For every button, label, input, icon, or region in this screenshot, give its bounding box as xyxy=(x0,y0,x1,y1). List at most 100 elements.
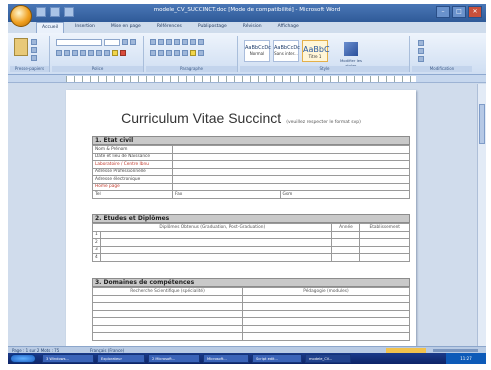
table-cell[interactable] xyxy=(172,175,410,184)
numbering-icon[interactable] xyxy=(158,39,164,45)
tab-revision[interactable]: Révision xyxy=(238,22,267,33)
change-styles-icon[interactable] xyxy=(344,42,358,56)
taskbar-item[interactable]: Explorateur xyxy=(97,354,145,363)
table-cell[interactable] xyxy=(242,294,410,303)
scrollbar-thumb[interactable] xyxy=(479,104,485,144)
font-size-combo[interactable] xyxy=(104,39,120,46)
grow-font-icon[interactable] xyxy=(122,39,128,45)
bold-icon[interactable] xyxy=(56,50,62,56)
justify-icon[interactable] xyxy=(174,50,180,56)
taskbar-item[interactable]: Script edit... xyxy=(252,354,302,363)
increase-indent-icon[interactable] xyxy=(182,39,188,45)
table-cell[interactable] xyxy=(92,317,243,326)
tab-publipostage[interactable]: Publipostage xyxy=(193,22,232,33)
table-cell[interactable] xyxy=(172,145,410,154)
table-cell[interactable] xyxy=(99,238,333,247)
shading-icon[interactable] xyxy=(190,50,196,56)
taskbar-item[interactable]: 3 Windows... xyxy=(42,354,94,363)
underline-icon[interactable] xyxy=(72,50,78,56)
multilevel-list-icon[interactable] xyxy=(166,39,172,45)
table-cell[interactable] xyxy=(99,253,333,262)
table-cell[interactable] xyxy=(92,324,243,333)
horizontal-ruler xyxy=(8,75,486,83)
style-titre-1[interactable]: AaBbC Titre 1 xyxy=(302,40,330,62)
table-cell[interactable] xyxy=(242,309,410,318)
table-cell[interactable] xyxy=(331,230,361,239)
table-cell[interactable] xyxy=(99,230,333,239)
align-center-icon[interactable] xyxy=(158,50,164,56)
borders-icon[interactable] xyxy=(198,50,204,56)
table-cell[interactable] xyxy=(172,152,410,161)
start-button[interactable] xyxy=(10,354,36,363)
strikethrough-icon[interactable] xyxy=(80,50,86,56)
shrink-font-icon[interactable] xyxy=(130,39,136,45)
table-cell[interactable] xyxy=(359,253,410,262)
bullets-icon[interactable] xyxy=(150,39,156,45)
table-cell[interactable] xyxy=(359,238,410,247)
font-name-combo[interactable] xyxy=(56,39,102,46)
style-sans-interligne[interactable]: AaBbCcDc Sans inter... xyxy=(273,40,300,62)
italic-icon[interactable] xyxy=(64,50,70,56)
taskbar-item[interactable]: 2 Microsoft... xyxy=(148,354,200,363)
font-color-icon[interactable] xyxy=(120,50,126,56)
decrease-indent-icon[interactable] xyxy=(174,39,180,45)
show-marks-icon[interactable] xyxy=(198,39,204,45)
tab-affichage[interactable]: Affichage xyxy=(273,22,304,33)
tab-insertion[interactable]: Insertion xyxy=(70,22,100,33)
table-cell[interactable] xyxy=(92,332,243,341)
taskbar-item[interactable]: Microsoft... xyxy=(203,354,249,363)
maximize-button[interactable]: □ xyxy=(452,6,466,18)
zoom-slider[interactable] xyxy=(433,349,478,352)
table-cell[interactable] xyxy=(331,238,361,247)
subscript-icon[interactable] xyxy=(88,50,94,56)
sort-icon[interactable] xyxy=(190,39,196,45)
select-icon[interactable] xyxy=(418,56,424,62)
table-cell[interactable] xyxy=(92,302,243,311)
table-cell[interactable] xyxy=(242,324,410,333)
table-cell[interactable] xyxy=(359,245,410,254)
highlight-color-icon[interactable] xyxy=(112,50,118,56)
find-icon[interactable] xyxy=(418,40,424,46)
word-window: modele_CV_SUCCINCT.doc [Mode de compatib… xyxy=(8,4,486,364)
system-tray-clock[interactable]: 11:27 xyxy=(446,353,486,364)
vertical-scrollbar[interactable] xyxy=(477,84,486,346)
close-button[interactable]: ✕ xyxy=(468,6,482,18)
align-left-icon[interactable] xyxy=(150,50,156,56)
ruler-scale[interactable] xyxy=(66,76,416,82)
table-cell[interactable] xyxy=(331,253,361,262)
style-normal[interactable]: AaBbCcDc Normal xyxy=(244,40,271,62)
section-etudes-diplomes: 2. Etudes et Diplômes Diplômes Obtenus (… xyxy=(91,214,410,262)
align-right-icon[interactable] xyxy=(166,50,172,56)
document-page[interactable]: Curriculum Vitae Succinct (veuillez resp… xyxy=(66,90,416,360)
line-spacing-icon[interactable] xyxy=(182,50,188,56)
table-row: Nom & Prénom xyxy=(92,145,410,154)
table-cell[interactable] xyxy=(331,245,361,254)
superscript-icon[interactable] xyxy=(96,50,102,56)
tab-mise-en-page[interactable]: Mise en page xyxy=(106,22,146,33)
table-cell[interactable] xyxy=(172,182,410,191)
table-cell[interactable] xyxy=(92,294,243,303)
cut-icon[interactable] xyxy=(31,39,37,45)
table-cell[interactable] xyxy=(172,167,410,176)
table-cell[interactable] xyxy=(242,317,410,326)
table-cell[interactable] xyxy=(242,332,410,341)
copy-icon[interactable] xyxy=(31,47,37,53)
change-case-icon[interactable] xyxy=(104,50,110,56)
replace-icon[interactable] xyxy=(418,48,424,54)
tab-references[interactable]: Références xyxy=(152,22,187,33)
format-painter-icon[interactable] xyxy=(31,55,37,61)
paste-button[interactable] xyxy=(14,38,28,56)
table-cell[interactable] xyxy=(242,302,410,311)
table-cell[interactable] xyxy=(99,245,333,254)
gsm-label: Gsm xyxy=(279,190,411,199)
minimize-button[interactable]: – xyxy=(436,6,450,18)
clipboard-group: Presse-papiers xyxy=(10,36,50,72)
table-cell[interactable] xyxy=(92,309,243,318)
taskbar-item-active[interactable]: modele_CV... xyxy=(305,354,351,363)
paragraph-group: Paragraphe xyxy=(146,36,238,72)
align-row xyxy=(150,50,204,56)
table-cell[interactable] xyxy=(172,160,410,169)
office-button[interactable] xyxy=(10,5,32,27)
table-cell[interactable] xyxy=(359,230,410,239)
tab-accueil[interactable]: Accueil xyxy=(36,22,65,33)
